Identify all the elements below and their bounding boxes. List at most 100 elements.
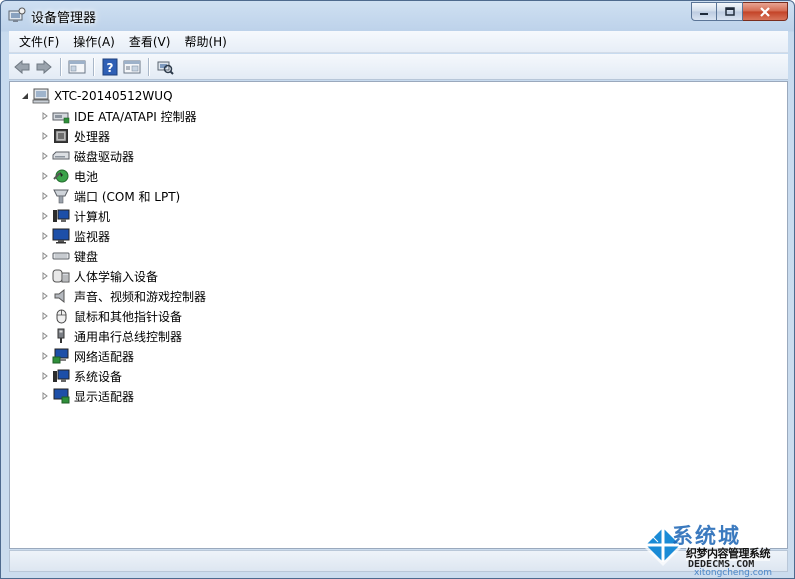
tree-item-label: 人体学输入设备 <box>74 269 159 284</box>
hid-icon <box>52 268 70 284</box>
tree-item-label: 声音、视频和游戏控制器 <box>74 289 207 304</box>
caption-buttons <box>691 2 788 21</box>
expand-triangle-icon[interactable] <box>39 291 50 302</box>
expand-triangle-icon[interactable] <box>39 231 50 242</box>
back-button[interactable] <box>11 56 33 78</box>
tree-item-processor[interactable]: 处理器 <box>10 126 206 146</box>
toolbar-separator <box>60 57 61 76</box>
tree-root-label: XTC-20140512WUQ <box>54 89 173 103</box>
collapse-triangle-icon[interactable] <box>19 91 30 102</box>
expand-triangle-icon[interactable] <box>39 171 50 182</box>
tree-item-label: 通用串行总线控制器 <box>74 329 183 344</box>
title-bar[interactable]: 设备管理器 <box>1 1 794 30</box>
forward-arrow-icon <box>36 59 52 74</box>
expand-triangle-icon[interactable] <box>39 111 50 122</box>
expand-triangle-icon[interactable] <box>39 371 50 382</box>
keyboard-icon <box>52 248 70 264</box>
tree-item-label: 计算机 <box>74 209 111 224</box>
minimize-icon <box>700 12 708 15</box>
network-adapter-icon <box>52 348 70 364</box>
close-icon <box>760 6 770 17</box>
toolbar: ? <box>9 54 788 80</box>
tree-item-label: 监视器 <box>74 229 111 244</box>
tree-item-ports[interactable]: 端口 (COM 和 LPT) <box>10 186 206 206</box>
battery-icon <box>52 168 70 184</box>
tree-item-battery[interactable]: 电池 <box>10 166 206 186</box>
properties-button[interactable] <box>121 56 143 78</box>
device-manager-icon <box>8 7 26 22</box>
tree-item-label: 磁盘驱动器 <box>74 149 135 164</box>
scan-hardware-button[interactable] <box>154 56 176 78</box>
tree-item-label: 键盘 <box>74 249 99 264</box>
tree-item-disk-drive[interactable]: 磁盘驱动器 <box>10 146 206 166</box>
monitor-icon <box>52 228 70 244</box>
port-icon <box>52 188 70 204</box>
tree-item-label: 网络适配器 <box>74 349 135 364</box>
menu-view[interactable]: 查看(V) <box>122 32 178 52</box>
properties-icon <box>123 60 141 73</box>
toolbar-separator <box>148 57 149 76</box>
processor-icon <box>52 128 70 144</box>
disk-drive-icon <box>52 148 70 164</box>
expand-triangle-icon[interactable] <box>39 211 50 222</box>
device-tree-pane[interactable]: XTC-20140512WUQ IDE ATA/ATAPI 控制器 处理器 磁盘… <box>9 81 788 549</box>
watermark: 系统城 织梦内容管理系统 DEDECMS.COM xitongcheng.com <box>640 518 795 579</box>
tree-item-computer[interactable]: 计算机 <box>10 206 206 226</box>
expand-triangle-icon[interactable] <box>39 351 50 362</box>
back-arrow-icon <box>14 59 30 74</box>
tree-item-keyboard[interactable]: 键盘 <box>10 246 206 266</box>
expand-triangle-icon[interactable] <box>39 131 50 142</box>
forward-button[interactable] <box>33 56 55 78</box>
tree-item-mouse[interactable]: 鼠标和其他指针设备 <box>10 306 206 326</box>
svg-text:?: ? <box>107 61 114 75</box>
expand-triangle-icon[interactable] <box>39 151 50 162</box>
ide-controller-icon <box>52 108 70 124</box>
system-device-icon <box>52 368 70 384</box>
tree-item-label: 鼠标和其他指针设备 <box>74 309 183 324</box>
device-manager-window: 设备管理器 文件(F) 操作(A) 查看(V) 帮助(H) ? XTC-2014… <box>0 0 795 579</box>
tree-item-network-adapter[interactable]: 网络适配器 <box>10 346 206 366</box>
tree-item-system-device[interactable]: 系统设备 <box>10 366 206 386</box>
expand-triangle-icon[interactable] <box>39 331 50 342</box>
tree-item-usb[interactable]: 通用串行总线控制器 <box>10 326 206 346</box>
tree-item-display-adapter[interactable]: 显示适配器 <box>10 386 206 406</box>
close-button[interactable] <box>743 2 788 21</box>
menu-file[interactable]: 文件(F) <box>12 32 66 52</box>
expand-triangle-icon[interactable] <box>39 311 50 322</box>
expand-triangle-icon[interactable] <box>39 191 50 202</box>
tree-item-sound[interactable]: 声音、视频和游戏控制器 <box>10 286 206 306</box>
computer-icon <box>52 208 70 224</box>
device-tree: XTC-20140512WUQ IDE ATA/ATAPI 控制器 处理器 磁盘… <box>10 86 206 406</box>
tree-item-label: 系统设备 <box>74 369 123 384</box>
mouse-icon <box>52 308 70 324</box>
help-icon: ? <box>102 58 118 75</box>
minimize-button[interactable] <box>691 2 717 21</box>
menu-bar: 文件(F) 操作(A) 查看(V) 帮助(H) <box>9 31 788 53</box>
toolbar-separator <box>93 57 94 76</box>
expand-triangle-icon[interactable] <box>39 251 50 262</box>
tree-item-monitor[interactable]: 监视器 <box>10 226 206 246</box>
sound-icon <box>52 288 70 304</box>
expand-triangle-icon[interactable] <box>39 391 50 402</box>
menu-help[interactable]: 帮助(H) <box>177 32 233 52</box>
window-title: 设备管理器 <box>31 11 97 26</box>
tree-item-label: 端口 (COM 和 LPT) <box>74 189 181 204</box>
scan-hardware-changes-icon <box>157 61 174 75</box>
expand-triangle-icon[interactable] <box>39 271 50 282</box>
tree-root[interactable]: XTC-20140512WUQ <box>10 86 206 106</box>
display-adapter-icon <box>52 388 70 404</box>
maximize-icon <box>724 7 735 16</box>
maximize-button[interactable] <box>717 2 743 21</box>
menu-action[interactable]: 操作(A) <box>66 32 122 52</box>
tree-item-label: IDE ATA/ATAPI 控制器 <box>74 109 197 124</box>
computer-icon <box>32 88 50 104</box>
show-hide-tree-button[interactable] <box>66 56 88 78</box>
help-button[interactable]: ? <box>99 56 121 78</box>
tree-item-label: 处理器 <box>74 129 111 144</box>
usb-icon <box>52 328 70 344</box>
tree-item-label: 电池 <box>74 169 99 184</box>
tree-item-label: 显示适配器 <box>74 389 135 404</box>
watermark-line3: xitongcheng.com <box>694 568 772 578</box>
tree-item-hid[interactable]: 人体学输入设备 <box>10 266 206 286</box>
tree-item-ide-controller[interactable]: IDE ATA/ATAPI 控制器 <box>10 106 206 126</box>
